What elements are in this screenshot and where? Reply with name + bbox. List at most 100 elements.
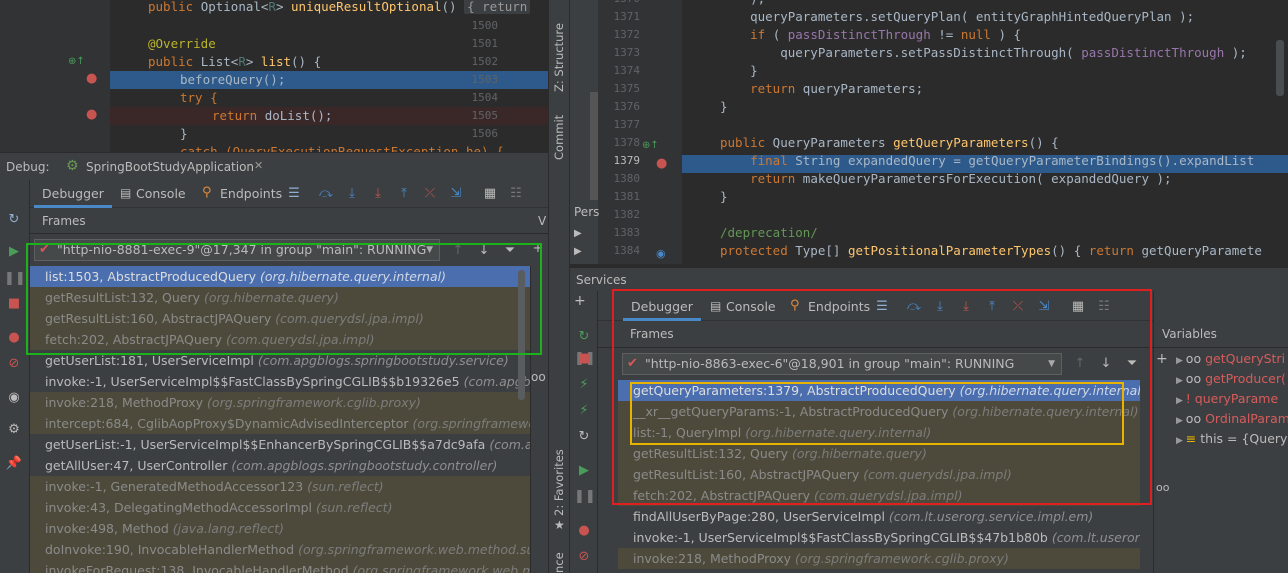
left-code-editor[interactable]: 1497 1501 1502 1503 1504 1505 1506 1500 … — [0, 0, 548, 152]
variable-row[interactable]: ▶ ≡ this = {Query — [1176, 429, 1287, 449]
run-icon[interactable]: ⚡ — [574, 375, 594, 395]
settings-icon[interactable]: ⚙ — [4, 420, 24, 440]
code-line: final String expandedQuery = getQueryPar… — [750, 153, 1255, 168]
resume-icon[interactable]: ▶ — [574, 461, 594, 481]
expand-arrow-icon[interactable]: ▶ — [574, 246, 582, 257]
frame-row[interactable]: invoke:-1, UserServiceImpl$$FastClassByS… — [618, 527, 1140, 548]
mute-breakpoints-icon[interactable]: ⊘ — [4, 354, 24, 374]
expand-arrow-icon[interactable]: ▶ — [574, 228, 582, 239]
frame-row[interactable]: getAllUser:47, UserController (com.apgbl… — [30, 455, 530, 476]
frame-location: (com.apgblogs.springbootstudy.service) — [257, 353, 509, 368]
override-marker-icon[interactable]: ⊕↑ — [68, 56, 85, 67]
drop-frame-icon[interactable]: ⤫ — [420, 184, 440, 204]
endpoints-icon: ⚲ — [202, 185, 212, 200]
frame-row[interactable]: invoke:43, DelegatingMethodAccessorImpl … — [30, 497, 530, 518]
menu-icon[interactable]: ☰ — [284, 184, 304, 204]
implements-marker-icon[interactable]: ◉ — [656, 247, 666, 260]
frame-row[interactable]: intercept:684, CglibAopProxy$DynamicAdvi… — [30, 413, 530, 434]
line-number: 1379 — [613, 154, 641, 167]
override-marker-icon[interactable]: ⊕↑ — [642, 140, 659, 151]
frame-row[interactable]: doInvoke:190, InvocableHandlerMethod (or… — [30, 539, 530, 560]
frame-row[interactable]: invoke:218, MethodProxy (org.springframe… — [618, 548, 1140, 569]
tab-endpoints[interactable]: Endpoints — [220, 180, 282, 208]
refresh-icon[interactable]: ↻ — [574, 427, 594, 447]
expand-arrow-icon[interactable]: ▶ — [1176, 356, 1186, 366]
code-line-1502: public List<R> list() { — [148, 54, 322, 69]
line-number: 1371 — [613, 10, 641, 23]
persistence-label[interactable]: Pers — [574, 205, 599, 219]
expand-arrow-icon[interactable]: ▶ — [1176, 396, 1186, 406]
step-into-icon[interactable]: ⤓ — [342, 184, 362, 204]
tab-debugger[interactable]: Debugger — [34, 180, 112, 208]
line-number: 1382 — [613, 208, 641, 221]
scroll-indicator — [590, 92, 598, 202]
breakpoint-icon[interactable]: ● — [86, 107, 97, 122]
variable-row[interactable]: ▶ oo getQueryStri — [1176, 349, 1285, 369]
services-title: Services — [576, 273, 627, 287]
variable-name: OrdinalParam — [1205, 411, 1288, 426]
view-breakpoints-icon[interactable]: ● — [574, 521, 594, 541]
variables-label: Variables — [1162, 327, 1217, 341]
code-line-1505: return doList(); — [212, 108, 333, 123]
line-number: 1380 — [613, 172, 641, 185]
step-over-icon[interactable]: ⤼ — [316, 184, 336, 204]
code-line: } — [720, 189, 728, 204]
code-line: /deprecation/ — [720, 225, 818, 240]
view-breakpoints-icon[interactable]: ● — [4, 328, 24, 348]
right-code-editor[interactable]: 1370 ); 1371 queryParameters.setQueryPlan… — [570, 0, 1288, 264]
frame-row[interactable]: invoke:-1, GeneratedMethodAccessor123 (s… — [30, 476, 530, 497]
code-line: if ( passDistinctThrough != null ) { — [750, 27, 1022, 42]
frame-row[interactable]: getUserList:-1, UserServiceImpl$$Enhance… — [30, 434, 530, 455]
close-icon[interactable]: ✕ — [254, 159, 263, 172]
rerun-icon[interactable]: ↻ — [4, 210, 24, 230]
stop-icon[interactable]: ■ — [574, 349, 594, 369]
frames-label: Frames — [42, 214, 86, 228]
commit-tool-tab[interactable]: Commit — [552, 115, 566, 160]
frame-row[interactable]: invoke:218, MethodProxy (org.springframe… — [30, 392, 530, 413]
variable-kind-icon: oo — [1185, 371, 1206, 386]
variable-row[interactable]: ▶ oo OrdinalParam — [1176, 409, 1288, 429]
debug-icon[interactable]: ⚡ — [574, 401, 594, 421]
stop-icon[interactable]: ■ — [4, 294, 24, 314]
force-step-into-icon[interactable]: ⤓ — [368, 184, 388, 204]
add-watch-icon[interactable]: + — [1156, 351, 1168, 367]
pause-icon[interactable]: ❚❚ — [4, 269, 26, 289]
run-to-cursor-icon[interactable]: ⇲ — [446, 184, 466, 204]
favorites-tool-tab[interactable]: 2: Favorites — [552, 449, 566, 516]
structure-tool-tab[interactable]: Z: Structure — [552, 23, 566, 92]
trace-icon[interactable]: ☷ — [506, 184, 526, 204]
resume-icon[interactable]: ▶ — [4, 242, 24, 262]
frame-row[interactable]: findAllUserByPage:280, UserServiceImpl (… — [618, 506, 1140, 527]
tab-console[interactable]: Console — [136, 180, 186, 208]
variable-row[interactable]: ▶ ! queryParame — [1176, 389, 1278, 409]
camera-icon[interactable]: ◉ — [4, 388, 24, 408]
evaluate-icon[interactable]: ▦ — [480, 184, 500, 204]
expand-arrow-icon[interactable]: ▶ — [1176, 376, 1186, 386]
editor-scrollbar[interactable] — [1276, 40, 1284, 96]
run-config-tab[interactable]: SpringBootStudyApplication — [86, 160, 254, 174]
variable-row[interactable]: ▶ oo getProducer( — [1176, 369, 1286, 389]
breakpoint-icon[interactable]: ● — [86, 71, 97, 86]
frame-row[interactable]: invoke:498, Method (java.lang.reflect) — [30, 518, 530, 539]
step-out-icon[interactable]: ⤒ — [394, 184, 414, 204]
add-icon[interactable]: + — [574, 293, 586, 309]
mute-breakpoints-icon[interactable]: ⊘ — [574, 547, 594, 567]
pause-icon[interactable]: ❚❚ — [574, 487, 596, 507]
bottom-tool-tab[interactable]: nce — [552, 552, 566, 573]
pin-icon[interactable]: 📌 — [4, 454, 24, 474]
frame-location: (com.lt.userorg.service — [1051, 530, 1140, 545]
rerun-icon[interactable]: ↻ — [574, 327, 594, 347]
frame-method: invoke:498, Method — [45, 521, 173, 536]
frame-row[interactable]: invokeForRequest:138, InvocableHandlerMe… — [30, 560, 530, 573]
expand-arrow-icon[interactable]: ▶ — [1176, 436, 1186, 446]
line-number: 1373 — [613, 46, 641, 59]
code-line: queryParameters.setQueryPlan( entityGrap… — [720, 9, 1195, 24]
glasses-icon[interactable]: oo — [531, 370, 546, 384]
frame-method: getUserList:181, UserServiceImpl — [45, 353, 258, 368]
expand-arrow-icon[interactable]: ▶ — [1176, 416, 1186, 426]
breakpoint-icon[interactable]: ● — [656, 156, 667, 171]
frame-row[interactable]: invoke:-1, UserServiceImpl$$FastClassByS… — [30, 371, 530, 392]
frame-location: (org.springframework.web.method — [352, 563, 530, 573]
glasses-icon[interactable]: oo — [1156, 481, 1169, 494]
frame-method: invoke:-1, UserServiceImpl$$FastClassByS… — [45, 374, 464, 389]
